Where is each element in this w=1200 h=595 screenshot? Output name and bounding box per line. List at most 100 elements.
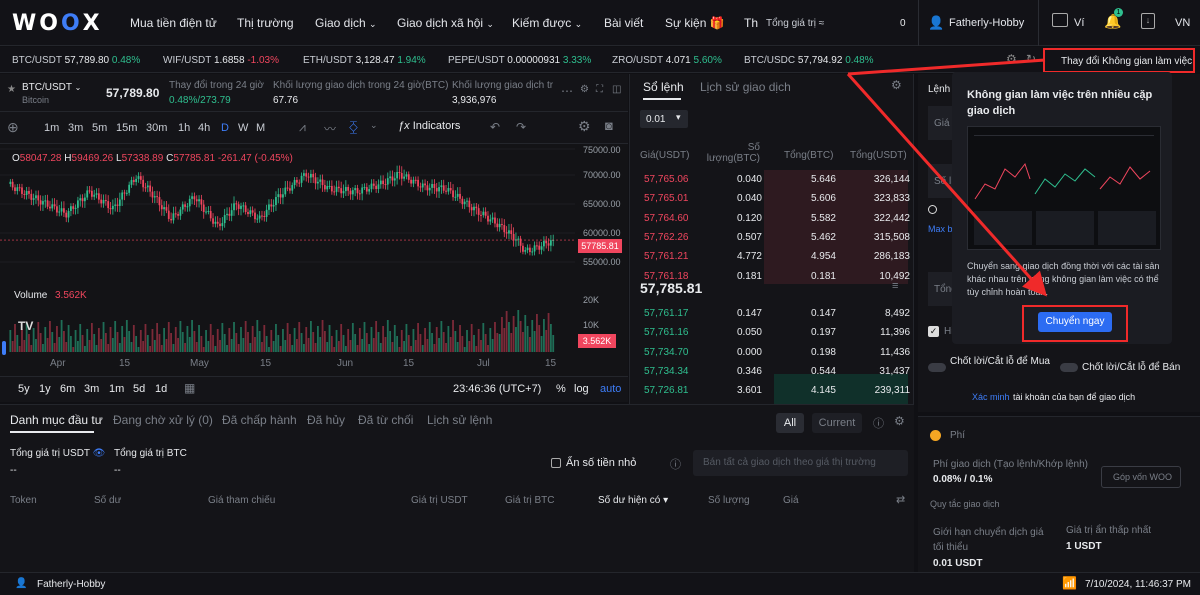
info-icon[interactable]: ⓘ (670, 456, 681, 472)
indicators-button[interactable]: ƒx Indicators (398, 120, 460, 132)
pair-selector[interactable]: BTC/USDT ⌄ (22, 82, 81, 93)
download-icon[interactable]: ↓ (1141, 13, 1155, 29)
tab-portfolio[interactable]: Danh mục đầu tư (10, 413, 103, 427)
interval-1m[interactable]: 1m (44, 122, 59, 134)
tab-order-history[interactable]: Lịch sử lệnh (427, 413, 492, 427)
language-selector[interactable]: VN (1175, 17, 1190, 29)
bid-row[interactable]: 57,761.17 0.147 0.147 8,492 (634, 304, 912, 323)
interval-3m[interactable]: 3m (68, 122, 83, 134)
area-chart-icon[interactable]: ⩘ (299, 120, 306, 135)
undo-icon[interactable]: ↶ (490, 120, 500, 134)
range-1y[interactable]: 1y (39, 383, 51, 395)
expand-icon[interactable]: ◫ (612, 84, 621, 95)
ask-row[interactable]: 57,765.01 0.040 5.606 323,833 (634, 189, 912, 208)
precision-select[interactable]: 0.01 ▾ (640, 110, 688, 128)
percent-toggle[interactable]: % (556, 383, 566, 395)
wallet-link[interactable]: Ví (1074, 17, 1084, 29)
gear-icon[interactable]: ⚙ (1006, 52, 1017, 66)
interval-w[interactable]: W (238, 122, 248, 134)
col-available[interactable]: Số dư hiện có ▾ (598, 495, 668, 506)
checkbox-checked[interactable]: ✓ (928, 326, 939, 337)
nav-events[interactable]: Sự kiện 🎁 (665, 16, 725, 30)
tab-executed[interactable]: Đã chấp hành (222, 413, 297, 427)
candle-chart-icon[interactable]: ⧰ (349, 119, 358, 135)
bid-row[interactable]: 57,726.81 3.601 4.145 239,311 (634, 381, 912, 400)
eye-icon[interactable]: 👁 (93, 448, 106, 459)
ticker-item[interactable]: PEPE/USDT 0.00000931 3.33% (448, 55, 591, 66)
ticker-item[interactable]: BTC/USDT 57,789.80 0.48% (12, 55, 140, 66)
range-3m[interactable]: 3m (84, 383, 99, 395)
bid-row[interactable]: 57,734.34 0.346 0.544 31,437 (634, 362, 912, 381)
interval-d[interactable]: D (221, 122, 229, 134)
add-icon[interactable]: ⊕ (7, 119, 19, 136)
wallet-icon[interactable] (1052, 13, 1068, 27)
nav-articles[interactable]: Bài viết (604, 16, 643, 30)
range-6m[interactable]: 6m (60, 383, 75, 395)
range-5y[interactable]: 5y (18, 383, 30, 395)
close-all-button[interactable]: Bán tất cả giao dịch theo giá thị trường (693, 450, 908, 476)
ask-row[interactable]: 57,762.26 0.507 5.462 315,508 (634, 228, 912, 247)
interval-1h[interactable]: 1h (178, 122, 190, 134)
nav-markets[interactable]: Thị trường (237, 16, 294, 30)
slider-knob[interactable] (928, 205, 937, 214)
toggle-tp-sell[interactable] (1060, 363, 1078, 372)
redo-icon[interactable]: ↷ (516, 120, 526, 134)
chevron-down-icon[interactable]: ⌄ (370, 120, 378, 131)
interval-30m[interactable]: 30m (146, 122, 167, 134)
price-chart[interactable]: O58047.28 H59469.26 L57338.89 C57785.81 … (0, 144, 628, 376)
hide-small-checkbox[interactable] (551, 458, 561, 468)
switch-workspace-button[interactable]: Thay đổi Không gian làm việc (1043, 48, 1195, 73)
camera-icon[interactable]: ◙ (605, 118, 613, 133)
range-1d[interactable]: 1d (155, 383, 167, 395)
fullscreen-icon[interactable]: ⛶ (596, 84, 603, 95)
interval-5m[interactable]: 5m (92, 122, 107, 134)
sort-icon[interactable]: ⇄ (896, 493, 905, 506)
ticker-item[interactable]: BTC/USDC 57,794.92 0.48% (744, 55, 874, 66)
nav-social-trade[interactable]: Giao dịch xã hội ⌄ (397, 16, 494, 30)
ticker-item[interactable]: ETH/USDT 3,128.47 1.94% (303, 55, 426, 66)
gear-icon[interactable]: ⚙ (578, 118, 591, 135)
range-5d[interactable]: 5d (133, 383, 145, 395)
tab-orderbook[interactable]: Sổ lệnh (643, 80, 684, 94)
switch-now-button[interactable]: Chuyển ngay (1038, 312, 1112, 332)
line-chart-icon[interactable]: 〰 (324, 120, 336, 137)
gear-icon[interactable]: ⚙ (891, 78, 902, 92)
nav-more[interactable]: Th (744, 16, 758, 30)
order-tab[interactable]: Lệnh (928, 84, 950, 95)
nav-buy-crypto[interactable]: Mua tiền điện tử (130, 16, 217, 30)
gear-icon[interactable]: ⚙ (894, 414, 905, 428)
star-icon[interactable]: ★ (7, 84, 16, 95)
ticker-item[interactable]: ZRO/USDT 4.071 5.60% (612, 55, 722, 66)
filter-all[interactable]: All (776, 413, 804, 433)
tab-rejected[interactable]: Đã từ chối (358, 413, 413, 427)
woox-logo[interactable]: WOOX (12, 11, 103, 36)
gear-icon[interactable]: ⚙ (580, 84, 589, 95)
ticker-item[interactable]: WIF/USDT 1.6858 -1.03% (163, 55, 279, 66)
verify-link[interactable]: Xác minh (972, 392, 1010, 402)
interval-15m[interactable]: 15m (116, 122, 137, 134)
bid-row[interactable]: 57,734.70 0.000 0.198 11,436 (634, 343, 912, 362)
ask-row[interactable]: 57,765.06 0.040 5.646 326,144 (634, 170, 912, 189)
log-toggle[interactable]: log (574, 383, 589, 395)
ask-row[interactable]: 57,761.18 0.181 0.181 10,492 (634, 267, 912, 286)
refresh-icon[interactable]: ↻ (1026, 52, 1036, 66)
user-name[interactable]: Fatherly-Hobby (949, 17, 1024, 29)
ask-row[interactable]: 57,761.21 4.772 4.954 286,183 (634, 247, 912, 266)
interval-4h[interactable]: 4h (198, 122, 210, 134)
nav-trade[interactable]: Giao dịch ⌄ (315, 16, 377, 30)
ask-row[interactable]: 57,764.60 0.120 5.582 322,442 (634, 209, 912, 228)
more-icon[interactable]: ⋯ (561, 84, 573, 98)
nav-earn[interactable]: Kiếm được ⌄ (512, 16, 582, 30)
tab-trade-history[interactable]: Lịch sử giao dịch (700, 80, 791, 94)
tab-pending[interactable]: Đang chờ xử lý (0) (113, 413, 213, 427)
user-icon[interactable]: 👤 (928, 15, 944, 31)
info-icon[interactable]: ⓘ (873, 415, 884, 431)
toggle-tp-buy[interactable] (928, 363, 946, 372)
calendar-icon[interactable]: ▦ (184, 381, 195, 395)
range-1m[interactable]: 1m (109, 383, 124, 395)
scroll-handle[interactable] (2, 341, 6, 355)
bid-row[interactable]: 57,761.16 0.050 0.197 11,396 (634, 323, 912, 342)
stake-woo-button[interactable]: Góp vốn WOO (1101, 466, 1181, 488)
tab-cancelled[interactable]: Đã hủy (307, 413, 345, 427)
filter-current[interactable]: Current (812, 413, 862, 433)
